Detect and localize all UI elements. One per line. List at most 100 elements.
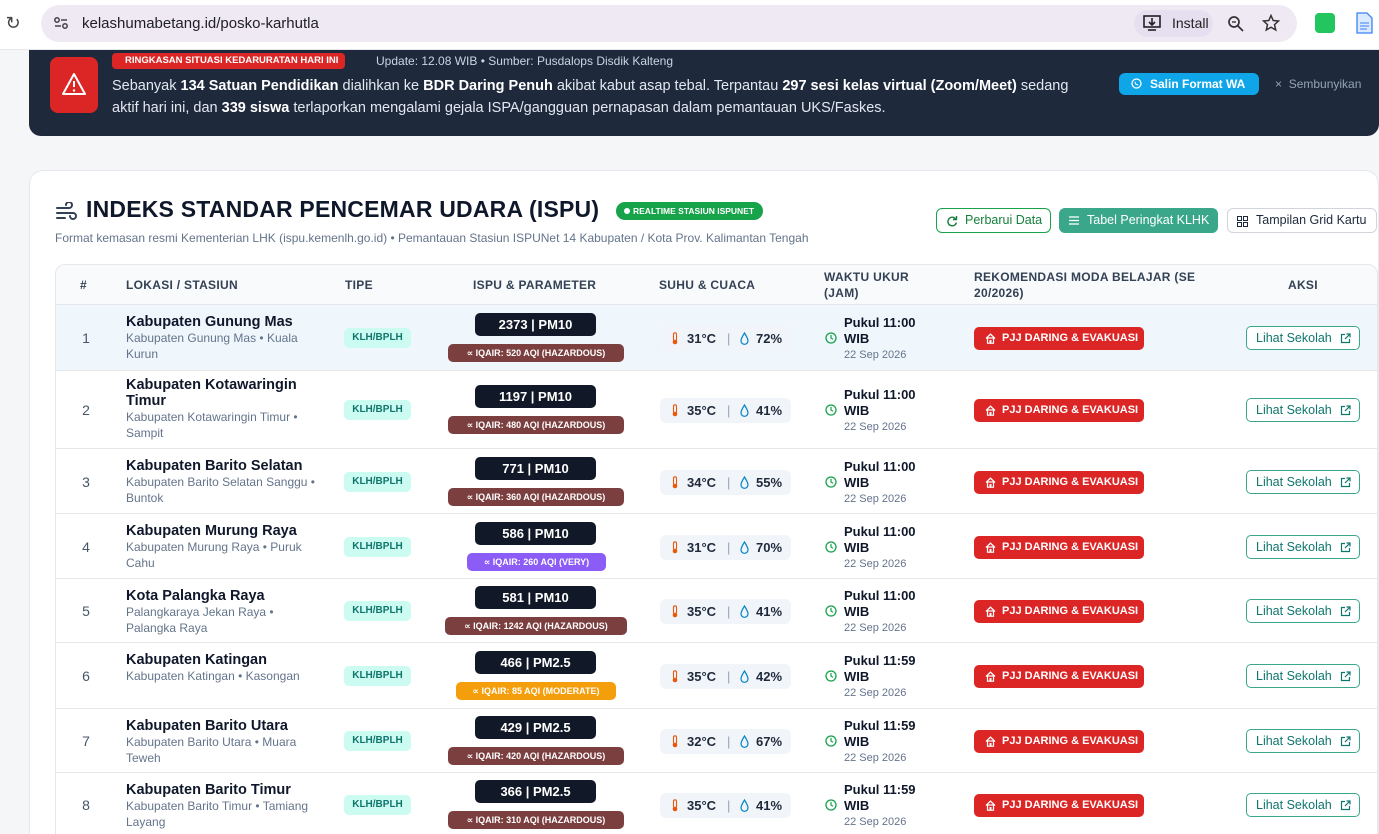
ispu-value: 771 | PM10 [475,456,596,480]
reload-icon[interactable]: ↻ [4,13,22,34]
measure-time: Pukul 11:00 WIB [844,387,916,418]
recommendation-badge: PJJ DARING & EVAKUASI [974,794,1144,817]
browser-toolbar: ↻ kelashumabetang.id/posko-karhutla Inst… [0,0,1379,50]
weather-separator: | [727,403,731,418]
station-name: Kabupaten Barito Selatan [126,458,303,474]
view-schools-button[interactable]: Lihat Sekolah [1246,599,1360,623]
humidity: 41% [756,403,783,418]
col-time: WAKTU UKUR (JAM) [824,270,909,300]
external-link-icon [1340,800,1351,811]
measure-time: Pukul 11:59 WIB [844,782,916,813]
ispu-value: 366 | PM2.5 [475,780,596,803]
warning-icon [50,57,98,113]
view-schools-label: Lihat Sekolah [1256,669,1332,683]
station-name: Kabupaten Murung Raya [126,523,297,539]
ispu-value: 429 | PM2.5 [475,716,596,739]
station-location: Kabupaten Barito Timur • Tamiang Layang [126,799,309,829]
copy-whatsapp-button[interactable]: Salin Format WA [1119,73,1259,95]
measure-date: 22 Sep 2026 [844,421,907,433]
view-schools-button[interactable]: Lihat Sekolah [1246,326,1360,350]
table-row: 2 Kabupaten Kotawaringin Timur Kabupaten K… [56,371,1377,449]
document-extension-icon[interactable] [1355,12,1373,34]
hide-banner-button[interactable]: × Sembunyikan [1275,77,1361,91]
weather-separator: | [727,539,731,555]
temperature: 32°C [687,734,717,749]
station-location: Kabupaten Barito Selatan Sanggu • Buntok [126,475,316,505]
table-header: # LOKASI / STASIUN TIPE ISPU & PARAMETER… [56,265,1377,305]
humidity-drop-icon [740,540,749,554]
measure-date: 22 Sep 2026 [844,349,907,361]
extension-icon[interactable] [1315,13,1335,33]
iqair-icon: ∝ [466,751,476,761]
recommendation-badge: PJJ DARING & EVAKUASI [974,327,1144,350]
station-location: Kabupaten Murung Raya • Puruk Cahu [126,540,302,570]
iqair-badge: ∝ IQAIR: 480 AQI (HAZARDOUS) [448,416,624,434]
table-row: 1 Kabupaten Gunung Mas Kabupaten Gunung Ma… [56,305,1377,371]
weather-separator: | [727,474,731,490]
recommendation-label: PJJ DARING & EVAKUASI [1002,332,1139,344]
iqair-badge: ∝ IQAIR: 420 AQI (HAZARDOUS) [448,747,624,765]
klhk-ranking-table-button[interactable]: Tabel Peringkat KLHK [1059,208,1218,233]
bookmark-star-icon[interactable] [1262,14,1280,32]
external-link-icon [1340,736,1351,747]
card-grid-view-button[interactable]: Tampilan Grid Kartu [1227,208,1377,233]
col-number: # [80,278,87,292]
clock-icon [825,540,837,553]
type-badge: KLH/BPLH [344,328,411,348]
ispu-value: 1197 | PM10 [475,385,596,408]
view-schools-button[interactable]: Lihat Sekolah [1246,534,1360,559]
alert-tag: RINGKASAN SITUASI KEDARURATAN HARI INI [112,53,346,69]
iqair-icon: ∝ [466,815,476,825]
table-row: 5 Kota Palangka Raya Palangkaraya Jekan Ra… [56,579,1377,643]
view-schools-button[interactable]: Lihat Sekolah [1246,398,1360,422]
measure-date: 22 Sep 2026 [844,752,907,764]
view-schools-label: Lihat Sekolah [1256,539,1332,554]
clock-icon [825,735,837,747]
humidity-drop-icon [740,332,749,345]
view-schools-button[interactable]: Lihat Sekolah [1246,729,1360,753]
weather-pill: 32°C | 67% [660,729,791,754]
section-title: INDEKS STANDAR PENCEMAR UDARA (ISPU) [86,196,600,222]
station-location: Kabupaten Katingan • Kasongan [126,669,300,683]
alert-summary-text: Sebanyak 134 Satuan Pendidikan dialihkan… [112,78,1069,116]
thermometer-icon [672,670,678,683]
ispu-value: 581 | PM10 [475,586,596,609]
row-number: 7 [82,733,90,749]
col-location: LOKASI / STASIUN [126,278,238,292]
view-schools-button[interactable]: Lihat Sekolah [1246,793,1360,817]
ispu-value: 586 | PM10 [475,521,596,545]
house-icon [985,541,996,553]
clock-icon [825,799,837,811]
url-text[interactable]: kelashumabetang.id/posko-karhutla [82,15,319,32]
recommendation-label: PJJ DARING & EVAKUASI [1002,404,1139,416]
weather-separator: | [727,734,731,749]
type-badge: KLH/BPLH [344,666,411,686]
iqair-badge: ∝ IQAIR: 260 AQI (VERY) [467,552,606,571]
address-bar[interactable]: kelashumabetang.id/posko-karhutla Instal… [41,5,1297,42]
table-row: 3 Kabupaten Barito Selatan Kabupaten Barit… [56,449,1377,514]
card-grid-view-label: Tampilan Grid Kartu [1256,213,1367,227]
view-schools-button[interactable]: Lihat Sekolah [1246,469,1360,494]
external-link-icon [1340,405,1351,416]
station-name: Kabupaten Barito Utara [126,718,288,734]
thermometer-icon [672,475,678,488]
weather-pill: 35°C | 41% [660,599,791,624]
table-row: 4 Kabupaten Murung Raya Kabupaten Murung R… [56,514,1377,579]
recommendation-badge: PJJ DARING & EVAKUASI [974,535,1144,559]
iqair-icon: ∝ [466,420,476,430]
humidity-drop-icon [740,404,749,417]
site-settings-icon[interactable] [53,15,69,31]
row-number: 4 [82,538,90,555]
install-button[interactable]: Install [1134,10,1213,37]
install-label: Install [1172,15,1209,31]
row-number: 1 [82,330,90,346]
refresh-data-button[interactable]: Perbarui Data [936,208,1051,233]
station-location: Kabupaten Gunung Mas • Kuala Kurun [126,331,298,361]
row-number: 3 [82,473,90,490]
external-link-icon [1340,476,1351,487]
view-schools-button[interactable]: Lihat Sekolah [1246,664,1360,688]
external-link-icon [1340,541,1351,552]
measure-time: Pukul 11:00 WIB [844,523,916,555]
table-row: 7 Kabupaten Barito Utara Kabupaten Barito … [56,709,1377,773]
zoom-icon[interactable] [1227,15,1244,32]
